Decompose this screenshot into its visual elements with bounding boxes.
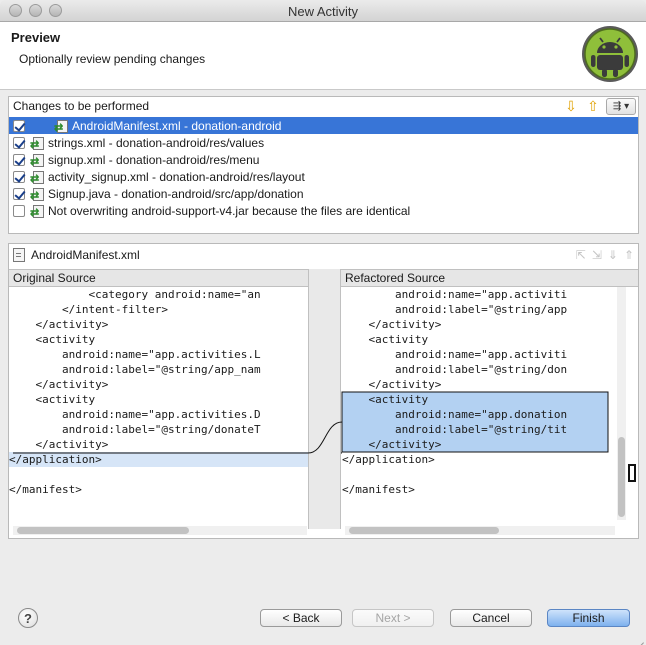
- change-checkbox[interactable]: [13, 170, 25, 183]
- change-checkbox[interactable]: [13, 187, 25, 200]
- changes-panel-title: Changes to be performed: [13, 99, 150, 113]
- compare-gutter: [308, 269, 341, 529]
- code-line: android:label="@string/app: [342, 303, 568, 316]
- change-checkbox[interactable]: [13, 136, 25, 149]
- code-line: </activity>: [342, 378, 442, 391]
- change-label: strings.xml - donation-android/res/value…: [48, 135, 265, 150]
- code-line: </activity>: [342, 318, 442, 331]
- compare-panel: AndroidManifest.xml ⇱ ⇲ ⇓ ⇑ Original Sou…: [8, 243, 639, 539]
- wizard-header: Preview Optionally review pending change…: [0, 22, 646, 90]
- code-line: android:label="@string/donateT: [9, 423, 261, 436]
- code-line: android:name="app.donation: [342, 407, 608, 422]
- code-line: <category android:name="an: [9, 288, 261, 301]
- code-line: </manifest>: [342, 483, 415, 496]
- original-horizontal-scrollbar[interactable]: [13, 526, 307, 535]
- refactored-code: android:name="app.activiti android:label…: [342, 287, 608, 497]
- code-line: android:name="app.activiti: [342, 348, 568, 361]
- code-line: </application>: [342, 453, 435, 466]
- scrollbar-thumb[interactable]: [618, 437, 625, 517]
- code-line: </activity>: [9, 318, 109, 331]
- code-line: android:label="@string/app_nam: [9, 363, 261, 376]
- code-line: <activity: [9, 393, 96, 406]
- code-line: </manifest>: [9, 483, 82, 496]
- back-button[interactable]: < Back: [260, 609, 342, 627]
- next-change-icon[interactable]: ⇩: [560, 97, 582, 115]
- title-bar: New Activity: [0, 0, 646, 22]
- android-logo-icon: [582, 26, 638, 82]
- changes-tree: AndroidManifest.xml - donation-android s…: [9, 117, 638, 219]
- previous-change-icon[interactable]: ⇧: [582, 97, 604, 115]
- changes-panel: Changes to be performed ⇩ ⇧ ⇶ ▾ AndroidM…: [8, 96, 639, 234]
- cancel-button[interactable]: Cancel: [450, 609, 532, 627]
- code-line: <activity: [9, 333, 96, 346]
- change-file-icon: [30, 136, 46, 151]
- original-code: <category android:name="an </intent-filt…: [9, 287, 308, 497]
- change-file-icon: [54, 119, 70, 134]
- code-line: </application>: [9, 452, 308, 467]
- code-line: <activity: [342, 392, 608, 407]
- compare-title: AndroidManifest.xml: [13, 248, 140, 262]
- change-file-icon: [30, 153, 46, 168]
- change-item[interactable]: strings.xml - donation-android/res/value…: [9, 134, 638, 151]
- original-source-pane[interactable]: <category android:name="an </intent-filt…: [9, 287, 308, 529]
- change-file-icon: [30, 204, 46, 219]
- change-label: activity_signup.xml - donation-android/r…: [48, 169, 305, 184]
- copy-all-right-icon[interactable]: ⇲: [592, 248, 602, 262]
- page-subtitle: Optionally review pending changes: [19, 52, 206, 66]
- change-label: AndroidManifest.xml - donation-android: [72, 118, 282, 133]
- code-line: </activity>: [342, 437, 608, 452]
- code-line: </intent-filter>: [9, 303, 168, 316]
- change-checkbox[interactable]: [13, 153, 25, 166]
- next-difference-icon[interactable]: ⇓: [608, 248, 618, 262]
- change-item[interactable]: Not overwriting android-support-v4.jar b…: [9, 202, 638, 219]
- page-title: Preview: [11, 30, 61, 45]
- code-line: android:label="@string/tit: [342, 422, 608, 437]
- change-label: Signup.java - donation-android/src/app/d…: [48, 186, 304, 201]
- code-line: android:name="app.activities.L: [9, 348, 261, 361]
- code-line: android:label="@string/don: [342, 363, 568, 376]
- resize-grip-icon[interactable]: [634, 633, 644, 643]
- code-line: </activity>: [9, 378, 109, 391]
- scrollbar-thumb[interactable]: [17, 527, 189, 534]
- code-line: android:name="app.activiti: [342, 288, 568, 301]
- next-button[interactable]: Next >: [352, 609, 434, 627]
- refactored-source-header: Refactored Source: [341, 269, 638, 287]
- original-source-header: Original Source: [9, 269, 308, 287]
- change-label: signup.xml - donation-android/res/menu: [48, 152, 260, 167]
- compare-file-name: AndroidManifest.xml: [31, 248, 140, 262]
- change-item[interactable]: activity_signup.xml - donation-android/r…: [9, 168, 638, 185]
- change-file-icon: [30, 187, 46, 202]
- compare-toolbar: ⇱ ⇲ ⇓ ⇑: [576, 248, 634, 262]
- refactored-horizontal-scrollbar[interactable]: [345, 526, 615, 535]
- changes-toolbar: ⇩ ⇧ ⇶ ▾: [560, 97, 638, 115]
- change-item[interactable]: Signup.java - donation-android/src/app/d…: [9, 185, 638, 202]
- change-checkbox[interactable]: [13, 119, 25, 132]
- change-checkbox[interactable]: [13, 204, 25, 217]
- change-file-icon: [30, 170, 46, 185]
- change-item[interactable]: AndroidManifest.xml - donation-android: [9, 117, 638, 134]
- scrollbar-thumb[interactable]: [349, 527, 499, 534]
- code-line: android:name="app.activities.D: [9, 408, 261, 421]
- finish-button[interactable]: Finish: [547, 609, 630, 627]
- xml-file-icon: [13, 248, 25, 262]
- window-title: New Activity: [287, 4, 359, 19]
- code-line: </activity>: [9, 438, 109, 451]
- refactored-vertical-scrollbar[interactable]: [617, 287, 626, 520]
- change-label: Not overwriting android-support-v4.jar b…: [48, 203, 411, 218]
- refactored-source-pane[interactable]: android:name="app.activiti android:label…: [342, 287, 608, 529]
- code-line: <activity: [342, 333, 429, 346]
- help-button[interactable]: ?: [18, 608, 38, 628]
- diff-overview-marker[interactable]: [628, 464, 636, 482]
- change-item[interactable]: signup.xml - donation-android/res/menu: [9, 151, 638, 168]
- previous-difference-icon[interactable]: ⇑: [624, 248, 634, 262]
- filter-menu-button[interactable]: ⇶ ▾: [606, 97, 636, 115]
- copy-all-left-icon[interactable]: ⇱: [576, 248, 586, 262]
